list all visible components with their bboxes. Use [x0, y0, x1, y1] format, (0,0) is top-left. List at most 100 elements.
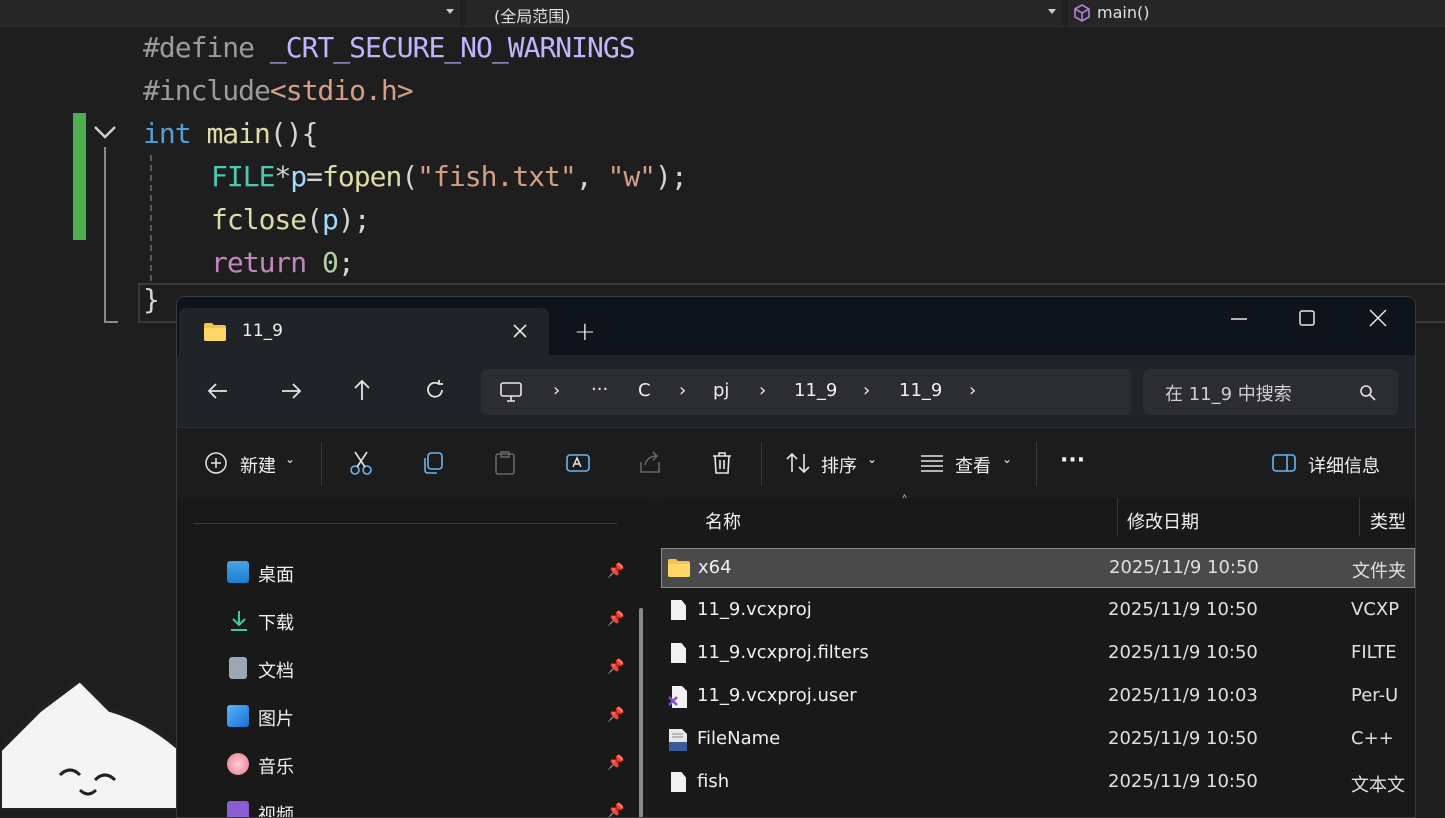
up-arrow-icon[interactable] — [352, 379, 372, 401]
documents-icon — [229, 657, 247, 679]
file-date: 2025/11/9 10:50 — [1109, 557, 1259, 578]
refresh-icon[interactable] — [424, 379, 446, 401]
column-header-name[interactable]: 名称 — [705, 508, 741, 534]
breadcrumb-separator: › — [759, 380, 767, 401]
delete-trash-icon[interactable] — [710, 450, 734, 476]
sidebar-item-documents[interactable]: 文档 📌 — [227, 649, 627, 689]
details-button[interactable]: 详细信息 — [1308, 452, 1380, 478]
token-string: "w" — [607, 160, 656, 193]
column-divider[interactable] — [1359, 498, 1360, 536]
sidebar-item-videos[interactable]: 视频 📌 — [227, 793, 627, 817]
pin-icon[interactable]: 📌 — [607, 707, 624, 723]
chevron-down-icon[interactable]: ⌄ — [867, 452, 877, 466]
tab-title: 11_9 — [242, 321, 283, 341]
chevron-down-icon — [446, 9, 454, 14]
file-type: FILTE — [1351, 642, 1397, 663]
pin-icon[interactable]: 📌 — [607, 563, 624, 579]
column-header-type[interactable]: 类型 — [1370, 508, 1406, 534]
copy-icon[interactable] — [421, 450, 445, 476]
pin-icon[interactable]: 📌 — [607, 659, 624, 675]
token-number: 0 — [322, 246, 339, 279]
file-row[interactable]: 11_9.vcxproj.user 2025/11/9 10:03 Per-U — [661, 677, 1415, 717]
column-divider[interactable] — [1117, 498, 1118, 536]
file-date: 2025/11/9 10:50 — [1108, 642, 1258, 663]
token-type: FILE — [211, 160, 275, 193]
token-keyword: return — [211, 246, 307, 279]
change-indicator-bar — [73, 113, 86, 240]
back-arrow-icon[interactable] — [207, 381, 229, 401]
sidebar-item-label: 图片 — [258, 709, 294, 730]
breadcrumb-more[interactable]: ··· — [591, 379, 608, 400]
token-directive: #define — [143, 31, 255, 64]
this-pc-icon[interactable] — [499, 381, 523, 403]
breadcrumb-pj[interactable]: pj — [713, 380, 729, 401]
member-dropdown[interactable]: main() — [1068, 0, 1445, 26]
new-plus-icon[interactable] — [204, 451, 228, 475]
scope-dropdown[interactable]: (全局范围) — [466, 0, 1062, 26]
search-icon[interactable] — [1359, 384, 1377, 402]
column-header-date[interactable]: 修改日期 — [1127, 508, 1199, 534]
details-pane-icon[interactable] — [1271, 453, 1297, 473]
tab-11-9[interactable]: 11_9 — [179, 308, 549, 355]
pin-icon[interactable]: 📌 — [607, 611, 624, 627]
file-row[interactable]: 11_9.vcxproj.filters 2025/11/9 10:50 FIL… — [661, 634, 1415, 674]
folder-icon — [204, 323, 226, 341]
sort-arrows-icon[interactable] — [785, 451, 811, 475]
navigation-bar: › ··· C › pj › 11_9 › 11_9 › 在 11_9 中搜索 — [177, 355, 1415, 427]
sidebar-item-downloads[interactable]: 下载 📌 — [227, 601, 627, 641]
token-punct: , — [575, 160, 608, 193]
chevron-down-icon[interactable]: ⌄ — [1002, 452, 1012, 466]
file-row[interactable]: FileName 2025/11/9 10:50 C++ — [661, 720, 1415, 760]
chevron-down-icon[interactable]: ⌄ — [285, 452, 295, 466]
pin-icon[interactable]: 📌 — [607, 755, 624, 771]
more-options-button[interactable]: ··· — [1060, 448, 1085, 473]
sidebar-item-music[interactable]: 音乐 📌 — [227, 745, 627, 785]
breadcrumb-separator: › — [969, 380, 977, 401]
new-button[interactable]: 新建 — [240, 452, 276, 478]
token-punct: ); — [655, 160, 688, 193]
cut-scissors-icon[interactable] — [349, 450, 373, 476]
pin-icon[interactable]: 📌 — [607, 803, 624, 817]
project-dropdown[interactable] — [0, 0, 460, 26]
new-tab-button[interactable]: + — [574, 317, 596, 347]
cpp-file-icon — [669, 729, 687, 751]
fold-chevron-icon[interactable] — [92, 124, 118, 142]
token-punct: ( — [401, 160, 418, 193]
breadcrumb-11-9-sub[interactable]: 11_9 — [899, 380, 942, 401]
videos-icon — [227, 801, 249, 817]
view-list-icon[interactable] — [919, 453, 945, 473]
file-row[interactable]: 11_9.vcxproj 2025/11/9 10:50 VCXP — [661, 591, 1415, 631]
sidebar-item-pictures[interactable]: 图片 📌 — [227, 697, 627, 737]
window-close-icon[interactable] — [1369, 309, 1387, 327]
address-bar[interactable]: › ··· C › pj › 11_9 › 11_9 › — [481, 369, 1131, 415]
forward-arrow-icon[interactable] — [280, 381, 302, 401]
token-header: <stdio.h> — [269, 74, 414, 107]
minimize-icon[interactable] — [1230, 317, 1248, 321]
breadcrumb-c[interactable]: C — [638, 380, 651, 401]
pictures-icon — [227, 705, 249, 727]
search-box[interactable]: 在 11_9 中搜索 — [1143, 369, 1398, 415]
code-line-7: } — [143, 283, 160, 316]
sidebar-item-label: 文档 — [258, 661, 294, 682]
fold-line-end — [104, 321, 118, 323]
token-macro: _CRT_SECURE_NO_WARNINGS — [269, 31, 636, 64]
file-icon — [671, 643, 686, 663]
sidebar-item-desktop[interactable]: 桌面 📌 — [227, 553, 627, 593]
file-explorer-window[interactable]: 11_9 + › ··· C › pj › 11_9 › 11_9 › 在 11… — [176, 296, 1416, 818]
file-name: x64 — [698, 557, 732, 578]
rename-icon[interactable] — [565, 450, 591, 476]
sort-button[interactable]: 排序 — [821, 452, 857, 478]
breadcrumb-separator: › — [679, 380, 687, 401]
file-name: 11_9.vcxproj.filters — [697, 642, 869, 663]
sidebar-item-label: 桌面 — [258, 565, 294, 586]
view-button[interactable]: 查看 — [955, 452, 991, 478]
file-row[interactable]: fish 2025/11/9 10:50 文本文 — [661, 763, 1415, 803]
desktop-icon — [227, 561, 249, 583]
tab-bar: 11_9 + — [177, 297, 1415, 355]
sidebar-scrollbar[interactable] — [639, 608, 643, 817]
close-icon[interactable] — [512, 323, 528, 339]
file-row[interactable]: x64 2025/11/9 10:50 文件夹 — [661, 548, 1415, 588]
maximize-icon[interactable] — [1299, 310, 1315, 326]
breadcrumb-11-9[interactable]: 11_9 — [794, 380, 837, 401]
